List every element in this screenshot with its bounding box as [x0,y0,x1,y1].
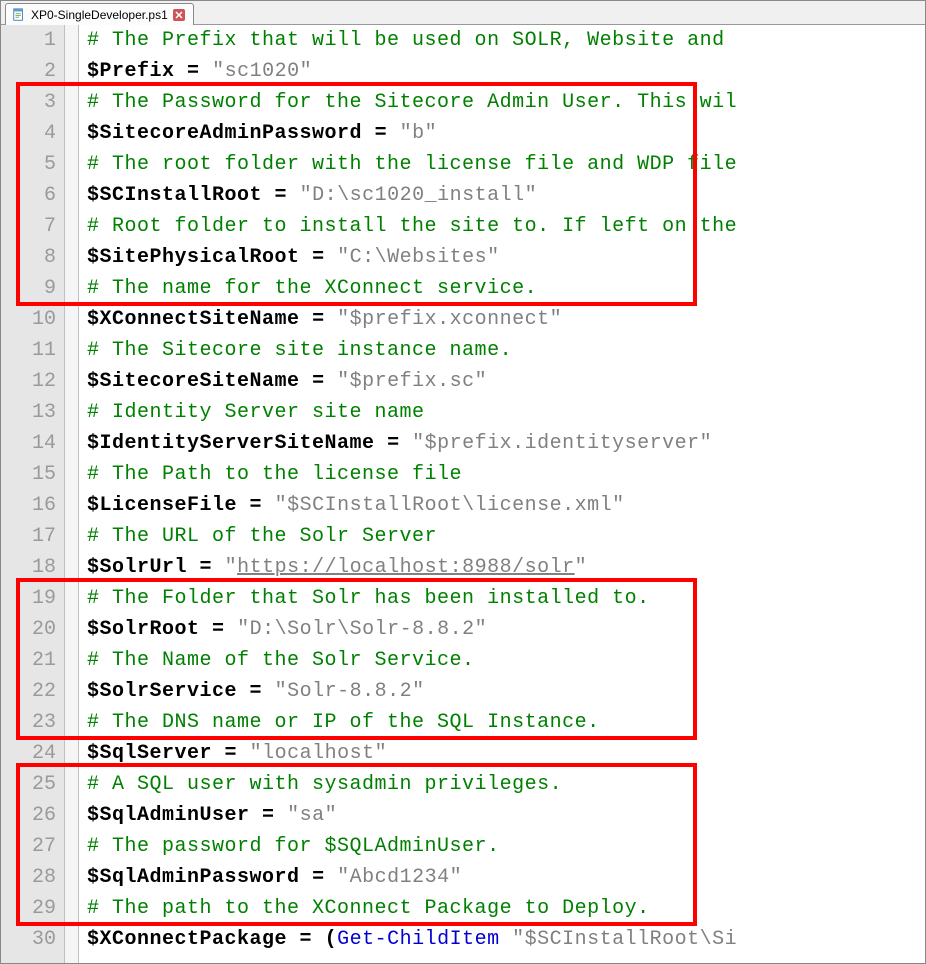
line-number: 8 [1,242,56,273]
code-line[interactable]: $SitePhysicalRoot = "C:\Websites" [87,242,925,273]
code-line[interactable]: # A SQL user with sysadmin privileges. [87,769,925,800]
tab-bar: XP0-SingleDeveloper.ps1 [1,1,925,25]
code-line[interactable]: # Identity Server site name [87,397,925,428]
code-line[interactable]: $XConnectSiteName = "$prefix.xconnect" [87,304,925,335]
line-number-gutter: 1234567891011121314151617181920212223242… [1,25,65,963]
line-number: 10 [1,304,56,335]
line-number: 22 [1,676,56,707]
code-line[interactable]: $SCInstallRoot = "D:\sc1020_install" [87,180,925,211]
code-line[interactable]: $SqlServer = "localhost" [87,738,925,769]
line-number: 15 [1,459,56,490]
line-number: 20 [1,614,56,645]
code-line[interactable]: $SqlAdminUser = "sa" [87,800,925,831]
line-number: 30 [1,924,56,955]
line-number: 4 [1,118,56,149]
line-number: 26 [1,800,56,831]
code-line[interactable]: # The Sitecore site instance name. [87,335,925,366]
line-number: 3 [1,87,56,118]
code-line[interactable]: # The Name of the Solr Service. [87,645,925,676]
line-number: 23 [1,707,56,738]
code-line[interactable]: $IdentityServerSiteName = "$prefix.ident… [87,428,925,459]
file-icon [12,8,26,22]
code-line[interactable]: # The Password for the Sitecore Admin Us… [87,87,925,118]
code-line[interactable]: # The path to the XConnect Package to De… [87,893,925,924]
line-number: 1 [1,25,56,56]
code-line[interactable]: # The Folder that Solr has been installe… [87,583,925,614]
line-number: 12 [1,366,56,397]
code-line[interactable]: # The Prefix that will be used on SOLR, … [87,25,925,56]
line-number: 6 [1,180,56,211]
line-number: 17 [1,521,56,552]
line-number: 7 [1,211,56,242]
code-line[interactable]: # The URL of the Solr Server [87,521,925,552]
line-number: 13 [1,397,56,428]
code-line[interactable]: # The name for the XConnect service. [87,273,925,304]
file-tab[interactable]: XP0-SingleDeveloper.ps1 [5,3,194,25]
code-line[interactable]: $SitecoreSiteName = "$prefix.sc" [87,366,925,397]
editor-window: XP0-SingleDeveloper.ps1 1234567891011121… [0,0,926,964]
line-number: 27 [1,831,56,862]
tab-close-icon[interactable] [173,9,185,21]
code-line[interactable]: # The password for $SQLAdminUser. [87,831,925,862]
line-number: 19 [1,583,56,614]
code-area[interactable]: 1234567891011121314151617181920212223242… [1,25,925,963]
code-line[interactable]: $XConnectPackage = (Get-ChildItem "$SCIn… [87,924,925,955]
line-number: 28 [1,862,56,893]
line-number: 14 [1,428,56,459]
line-number: 18 [1,552,56,583]
line-number: 5 [1,149,56,180]
fold-margin [65,25,79,963]
code-content[interactable]: # The Prefix that will be used on SOLR, … [79,25,925,963]
code-line[interactable]: $SqlAdminPassword = "Abcd1234" [87,862,925,893]
line-number: 9 [1,273,56,304]
code-line[interactable]: # Root folder to install the site to. If… [87,211,925,242]
tab-filename: XP0-SingleDeveloper.ps1 [31,8,168,22]
code-line[interactable]: $Prefix = "sc1020" [87,56,925,87]
code-line[interactable]: $LicenseFile = "$SCInstallRoot\license.x… [87,490,925,521]
code-line[interactable]: $SolrRoot = "D:\Solr\Solr-8.8.2" [87,614,925,645]
line-number: 16 [1,490,56,521]
code-line[interactable]: # The root folder with the license file … [87,149,925,180]
code-line[interactable]: # The DNS name or IP of the SQL Instance… [87,707,925,738]
line-number: 11 [1,335,56,366]
line-number: 21 [1,645,56,676]
line-number: 29 [1,893,56,924]
code-line[interactable]: $SolrUrl = "https://localhost:8988/solr" [87,552,925,583]
code-line[interactable]: $SolrService = "Solr-8.8.2" [87,676,925,707]
line-number: 2 [1,56,56,87]
line-number: 24 [1,738,56,769]
line-number: 25 [1,769,56,800]
code-line[interactable]: $SitecoreAdminPassword = "b" [87,118,925,149]
code-line[interactable]: # The Path to the license file [87,459,925,490]
